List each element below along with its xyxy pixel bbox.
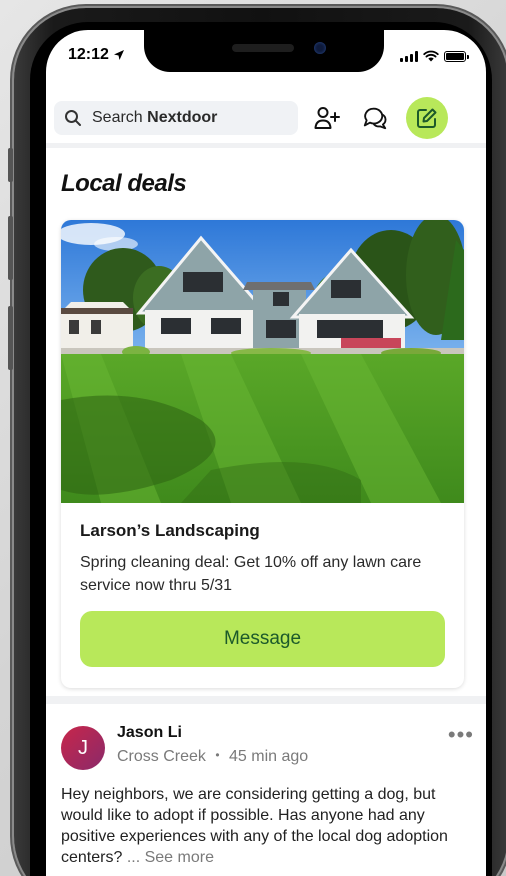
cellular-signal-icon <box>400 50 418 62</box>
search-placeholder: Search Nextdoor <box>92 108 218 126</box>
feed-post[interactable]: J Jason Li Cross Creek • 45 min ago ••• … <box>61 722 474 868</box>
app-screen: 12:12 Search Nextdoor Local deals Larson… <box>46 30 486 876</box>
post-subtitle: Cross Creek • 45 min ago <box>117 748 448 766</box>
search-icon <box>65 109 81 126</box>
post-meta: Jason Li Cross Creek • 45 min ago <box>117 724 448 766</box>
post-body: Hey neighbors, we are considering gettin… <box>61 784 474 868</box>
compose-icon <box>417 108 437 128</box>
add-person-icon <box>314 106 340 129</box>
post-text: Hey neighbors, we are considering gettin… <box>61 786 448 866</box>
deal-description: Spring cleaning deal: Get 10% off any la… <box>80 554 422 594</box>
front-camera <box>314 42 326 54</box>
compose-button[interactable] <box>406 96 448 139</box>
mute-switch <box>8 148 13 182</box>
post-neighborhood[interactable]: Cross Creek <box>117 748 206 765</box>
post-separator: • <box>215 748 220 762</box>
add-neighbor-button[interactable] <box>314 105 340 131</box>
top-header: Search Nextdoor <box>46 92 486 148</box>
messages-button[interactable] <box>362 105 388 131</box>
avatar[interactable]: J <box>61 726 105 770</box>
section-title: Local deals <box>61 170 187 197</box>
chat-bubbles-icon <box>363 107 387 129</box>
post-time: 45 min ago <box>229 748 309 765</box>
message-button[interactable]: Message <box>80 611 445 667</box>
deal-card[interactable]: Larson’s Landscaping Spring cleaning dea… <box>61 220 464 688</box>
volume-down-button <box>8 306 13 370</box>
post-header: J Jason Li Cross Creek • 45 min ago ••• <box>61 722 474 770</box>
navigation-arrow-icon <box>113 50 124 60</box>
search-input[interactable]: Search Nextdoor <box>54 100 298 135</box>
see-more-link[interactable]: ... See more <box>127 849 214 866</box>
status-time-text: 12:12 <box>68 46 109 63</box>
more-options-button[interactable]: ••• <box>448 722 474 748</box>
status-bar-indicators <box>400 50 469 62</box>
post-author[interactable]: Jason Li <box>117 724 448 742</box>
speaker <box>232 44 294 52</box>
volume-up-button <box>8 216 13 280</box>
section-divider <box>46 696 486 704</box>
battery-icon <box>444 50 469 62</box>
wifi-icon <box>423 50 439 62</box>
house-photo <box>61 220 464 503</box>
status-bar-time: 12:12 <box>68 46 125 64</box>
notch <box>144 30 384 72</box>
deal-business-name: Larson’s Landscaping <box>80 521 260 540</box>
